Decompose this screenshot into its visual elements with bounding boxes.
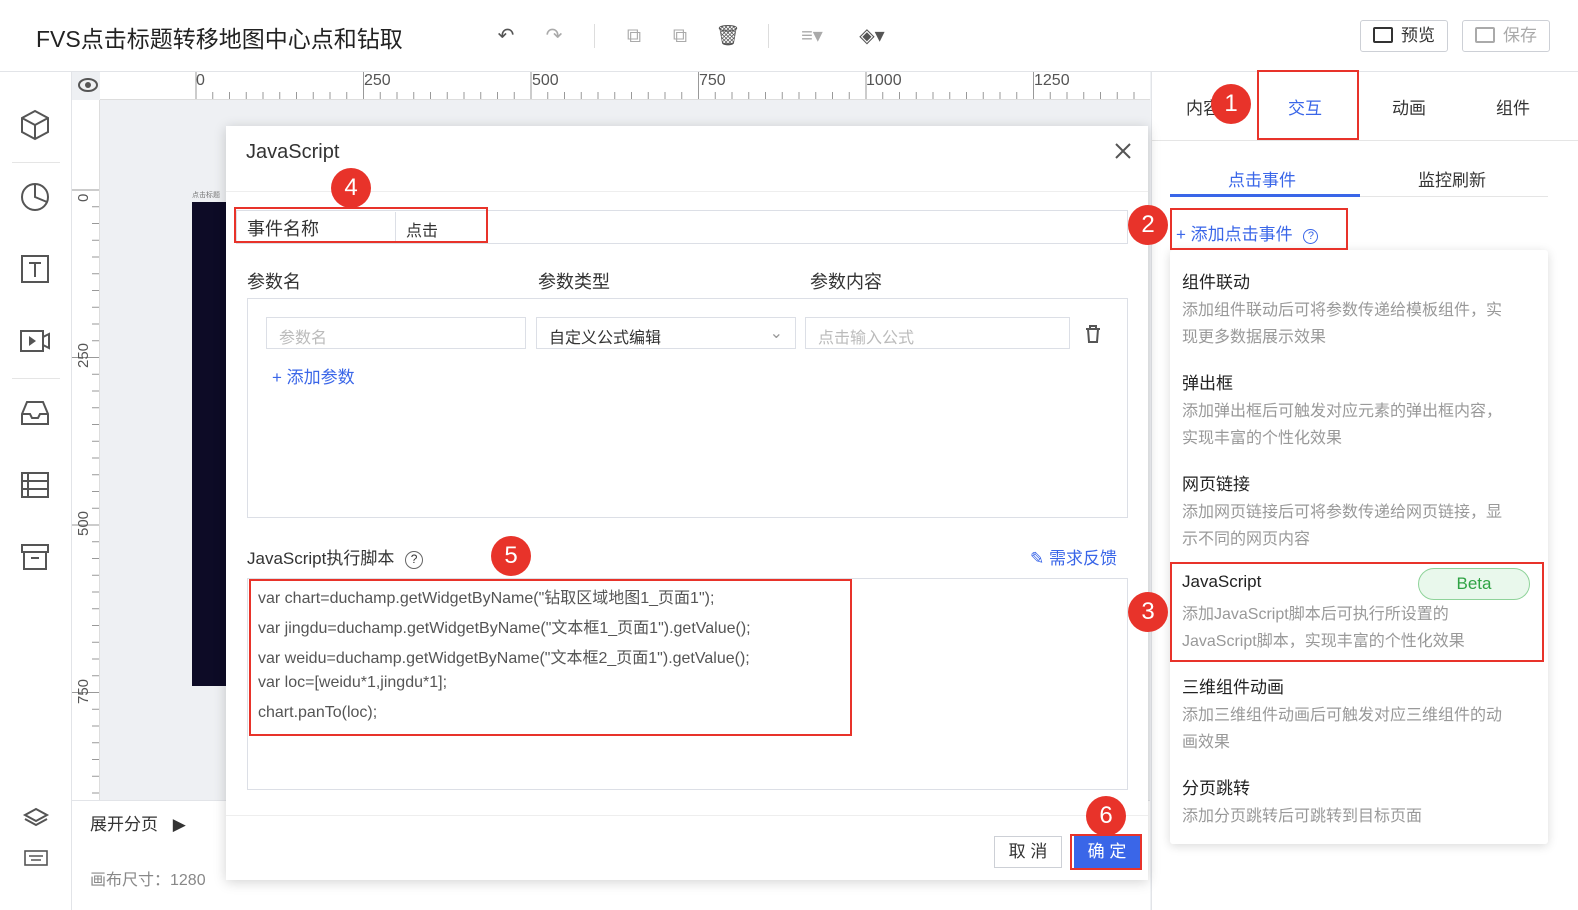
annotation-box-6 <box>1070 834 1142 870</box>
param-name-input[interactable]: 参数名 <box>266 317 526 349</box>
ruler-label: 250 <box>75 342 92 368</box>
trash-icon[interactable] <box>1084 324 1102 344</box>
undo-icon[interactable]: ↶ <box>492 22 520 50</box>
param-type-select[interactable]: 自定义公式编辑 ⌄ <box>536 317 796 349</box>
dialog-divider <box>226 815 1148 816</box>
ruler-top: 0 250 500 750 1000 1250 <box>100 72 1150 100</box>
preview-label: 预览 <box>1401 26 1435 45</box>
menu-item-title[interactable]: 网页链接 <box>1182 470 1250 495</box>
paste-icon[interactable]: ⧉ <box>666 22 694 50</box>
tab-animation[interactable]: 动画 <box>1392 94 1426 119</box>
top-header: FVS点击标题转移地图中心点和钻取 ↶ ↷ ⧉ ⧉ 🗑 ≡▾ ◈▾ 预览 保存 <box>0 0 1578 72</box>
ruler-label: 750 <box>699 72 726 89</box>
dialog-title: JavaScript <box>246 141 340 163</box>
tab-divider <box>1151 140 1578 141</box>
param-content-header: 参数内容 <box>810 272 882 292</box>
cancel-button[interactable]: 取 消 <box>994 836 1062 868</box>
preview-button[interactable]: 预览 <box>1360 20 1448 52</box>
table-icon[interactable] <box>18 468 52 502</box>
chevron-down-icon: ⌄ <box>769 325 783 342</box>
close-icon[interactable] <box>1112 140 1134 162</box>
page-title: FVS点击标题转移地图中心点和钻取 <box>36 26 403 52</box>
ruler-ticks <box>195 72 1135 99</box>
subtab-monitor-refresh[interactable]: 监控刷新 <box>1418 166 1486 191</box>
annotation-box-1 <box>1257 70 1359 140</box>
active-underline <box>1170 194 1360 197</box>
annotation-badge-3: 3 <box>1128 592 1168 632</box>
subtab-click-event[interactable]: 点击事件 <box>1228 166 1296 191</box>
menu-item-desc: 添加三维组件动画后可触发对应三维组件的动画效果 <box>1182 707 1503 751</box>
monitor-icon <box>1373 27 1393 43</box>
tab-component[interactable]: 组件 <box>1496 94 1530 119</box>
ruler-label: 1000 <box>866 72 902 89</box>
expand-pages-button[interactable]: 展开分页 ▶ <box>90 810 186 835</box>
ruler-label: 1250 <box>1034 72 1070 89</box>
ruler-label: 0 <box>75 193 92 202</box>
annotation-badge-5: 5 <box>491 536 531 576</box>
eye-icon[interactable] <box>78 78 98 92</box>
ruler-label: 250 <box>364 72 391 89</box>
ruler-label: 750 <box>75 678 92 704</box>
widget-caption: 点击标题 <box>192 192 220 199</box>
inbox-icon[interactable] <box>18 396 52 430</box>
param-type-header: 参数类型 <box>538 272 610 292</box>
param-content-input[interactable]: 点击输入公式 <box>805 317 1070 349</box>
annotation-badge-1: 1 <box>1211 84 1251 124</box>
toolbar-divider <box>12 162 60 163</box>
ruler-label: 500 <box>75 510 92 536</box>
menu-item-desc: 添加网页链接后可将参数传递给网页链接，显示不同的网页内容 <box>1182 504 1503 548</box>
pie-chart-icon[interactable] <box>18 180 52 214</box>
menu-item-desc: 添加组件联动后可将参数传递给模板组件，实现更多数据展示效果 <box>1182 302 1503 346</box>
menu-item-title[interactable]: 组件联动 <box>1182 268 1250 293</box>
text-icon[interactable] <box>18 252 52 286</box>
js-script-label: JavaScript执行脚本 ? <box>247 544 424 569</box>
menu-item-title[interactable]: 分页跳转 <box>1182 774 1250 799</box>
ruler-label: 500 <box>532 72 559 89</box>
subtab-divider <box>1360 196 1548 197</box>
menu-item-desc: 添加分页跳转后可跳转到目标页面 <box>1182 808 1423 825</box>
annotation-badge-6: 6 <box>1086 796 1126 836</box>
add-param-button[interactable]: + 添加参数 <box>272 363 355 388</box>
save-icon <box>1475 27 1495 43</box>
cube-icon[interactable] <box>18 108 52 142</box>
menu-item-desc: 添加弹出框后可触发对应元素的弹出框内容，实现丰富的个性化效果 <box>1182 403 1503 447</box>
redo-icon[interactable]: ↷ <box>540 22 568 50</box>
param-name-header: 参数名 <box>247 272 301 292</box>
video-icon[interactable] <box>18 324 52 358</box>
copy-icon[interactable]: ⧉ <box>620 22 648 50</box>
annotation-badge-4: 4 <box>331 168 371 208</box>
ruler-label: 0 <box>196 72 205 89</box>
expand-label: 展开分页 <box>90 815 158 834</box>
toolbar-divider <box>768 24 769 48</box>
toolbar-divider <box>12 378 60 379</box>
annotation-box-4 <box>234 207 488 243</box>
ruler-left: 0 250 500 750 <box>72 100 100 800</box>
archive-icon[interactable] <box>18 540 52 574</box>
align-icon[interactable]: ≡▾ <box>798 22 826 50</box>
annotation-box-3 <box>1170 562 1544 662</box>
feedback-label: 需求反馈 <box>1048 549 1117 568</box>
dark-title-widget[interactable] <box>192 202 228 686</box>
menu-item-title[interactable]: 弹出框 <box>1182 369 1233 394</box>
event-type-menu: 组件联动 添加组件联动后可将参数传递给模板组件，实现更多数据展示效果 弹出框 添… <box>1170 250 1548 844</box>
help-icon[interactable]: ? <box>405 551 424 569</box>
layer-order-icon[interactable]: ◈▾ <box>858 22 886 50</box>
toolbar-divider <box>594 24 595 48</box>
canvas-size-text: 画布尺寸：1280 <box>90 872 206 889</box>
menu-item-title[interactable]: 三维组件动画 <box>1182 673 1284 698</box>
annotation-box-5 <box>249 579 852 736</box>
layers-icon[interactable] <box>22 806 50 830</box>
param-type-value: 自定义公式编辑 <box>549 330 662 347</box>
save-label: 保存 <box>1503 26 1537 45</box>
annotation-badge-2: 2 <box>1128 205 1168 245</box>
caret-right-icon: ▶ <box>172 815 186 834</box>
delete-icon[interactable]: 🗑 <box>714 22 742 50</box>
save-button[interactable]: 保存 <box>1462 20 1550 52</box>
keyboard-icon[interactable] <box>22 848 50 868</box>
feedback-link[interactable]: ✎ 需求反馈 <box>1030 544 1117 569</box>
js-script-label-text: JavaScript执行脚本 <box>247 549 395 568</box>
edit-icon: ✎ <box>1030 549 1045 568</box>
annotation-box-2 <box>1170 208 1348 250</box>
